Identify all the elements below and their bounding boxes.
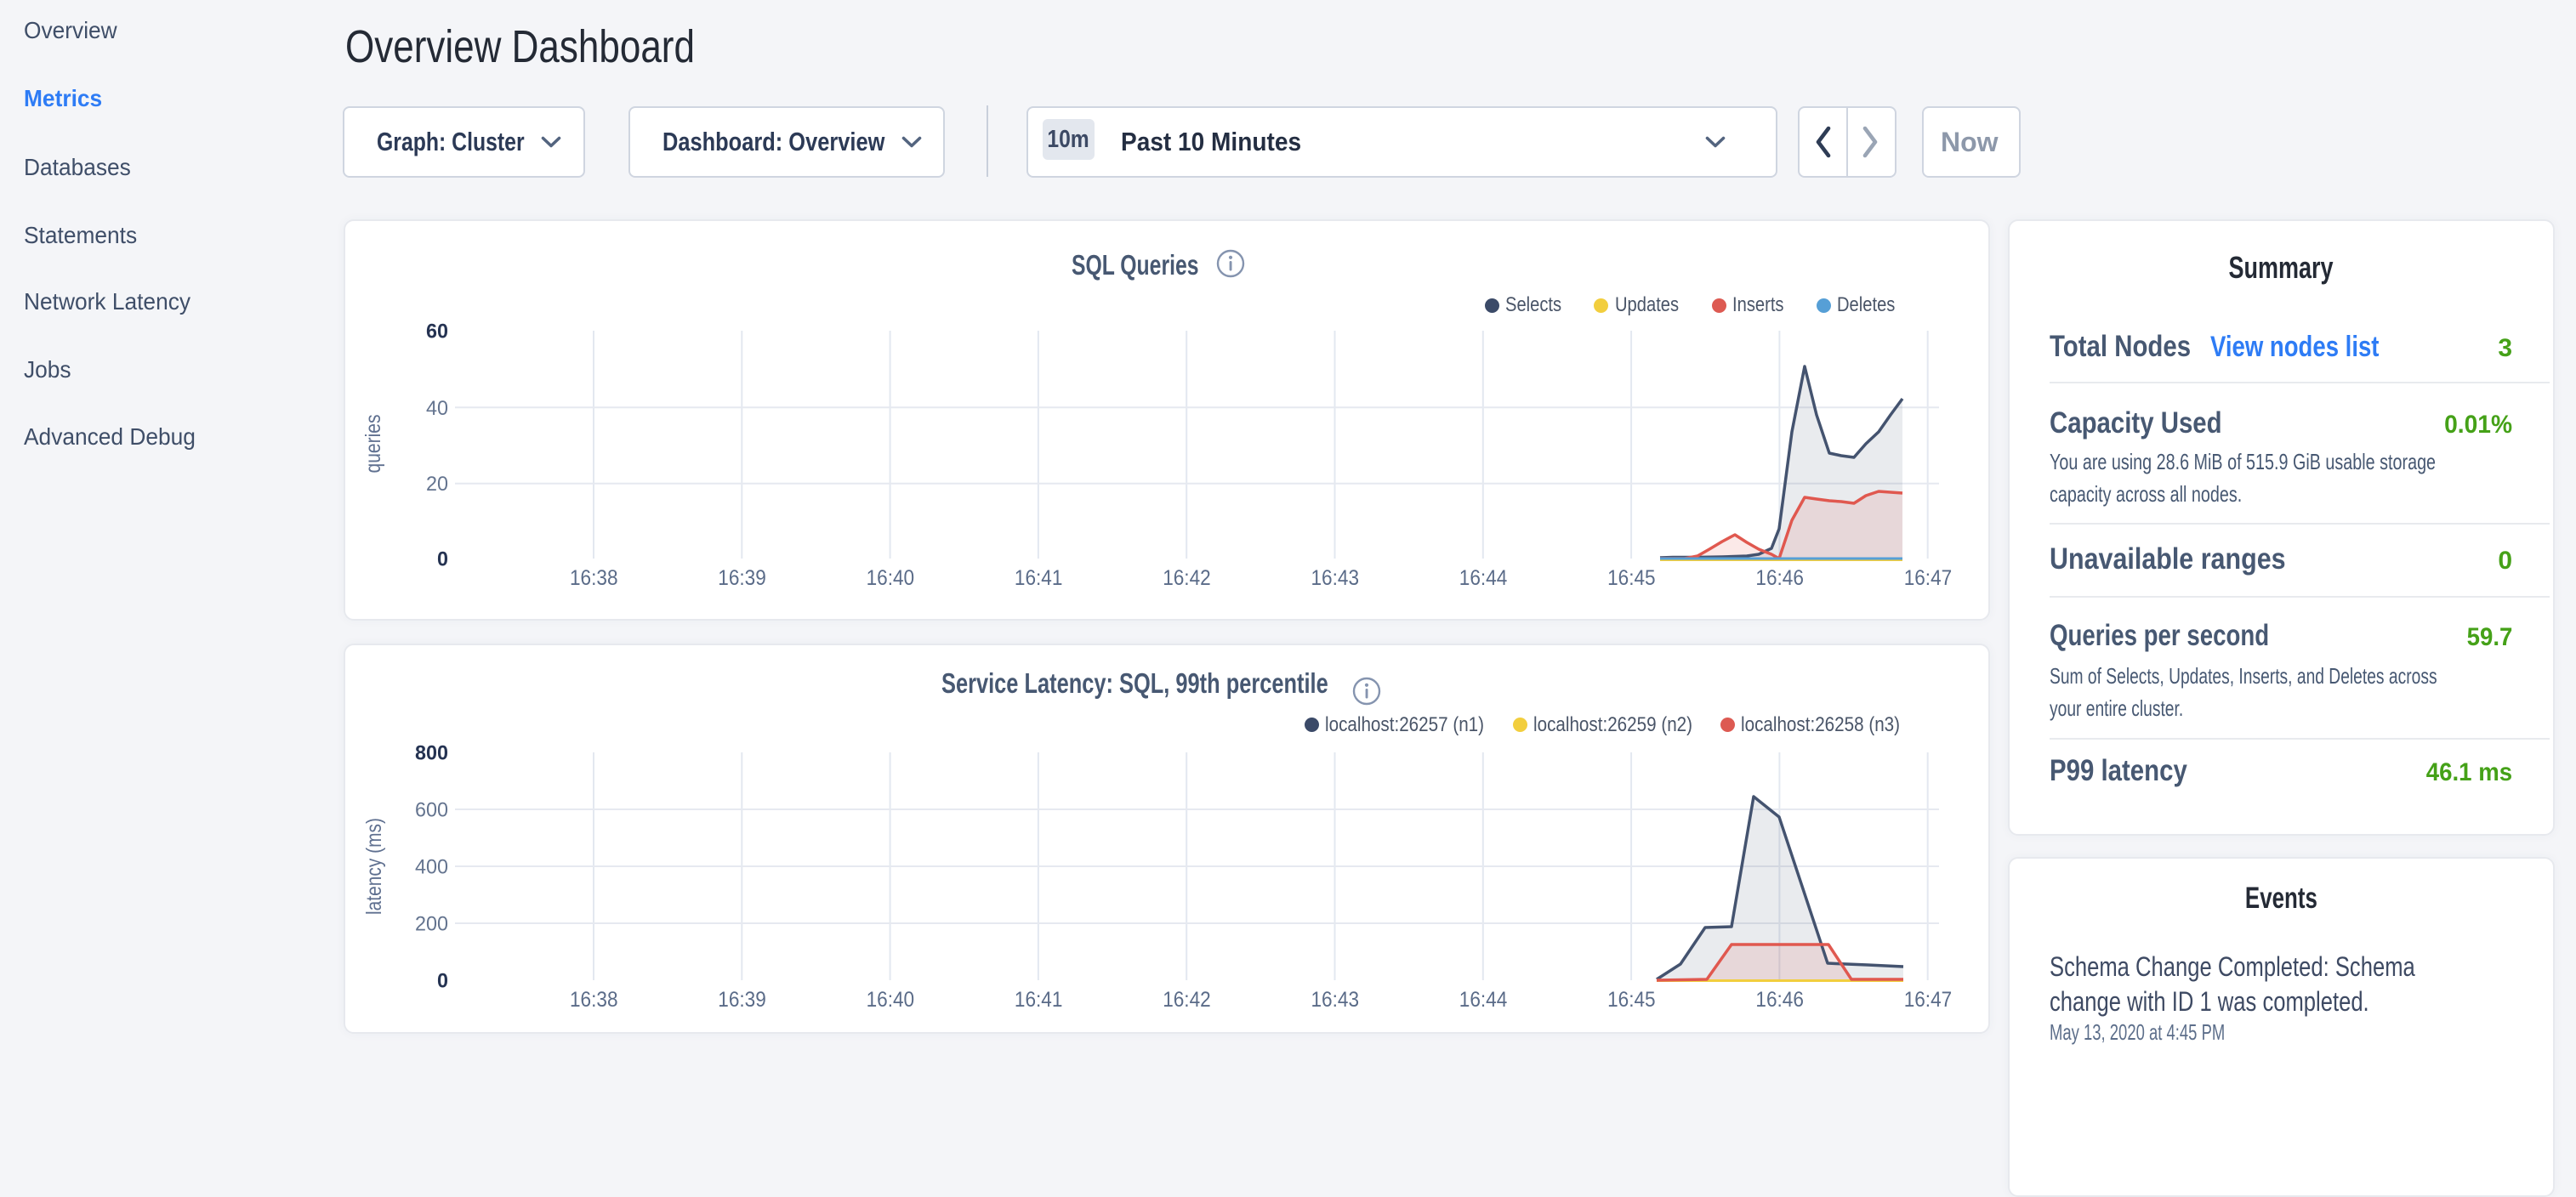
svg-text:16:43: 16:43	[1311, 566, 1360, 590]
svg-text:200: 200	[415, 913, 448, 936]
svg-text:16:41: 16:41	[1015, 566, 1063, 590]
svg-text:16:39: 16:39	[718, 988, 766, 1012]
svg-text:16:45: 16:45	[1607, 988, 1656, 1012]
svg-text:600: 600	[415, 799, 448, 822]
svg-text:16:40: 16:40	[867, 566, 915, 590]
svg-text:16:38: 16:38	[570, 988, 618, 1012]
svg-text:queries: queries	[361, 415, 385, 474]
svg-text:16:45: 16:45	[1607, 566, 1656, 590]
svg-text:0: 0	[437, 548, 448, 571]
svg-text:60: 60	[426, 321, 448, 343]
svg-text:latency (ms): latency (ms)	[362, 818, 386, 915]
svg-text:16:42: 16:42	[1163, 566, 1211, 590]
svg-text:16:46: 16:46	[1755, 988, 1804, 1012]
svg-text:16:47: 16:47	[1904, 566, 1953, 590]
svg-text:400: 400	[415, 856, 448, 879]
svg-text:16:43: 16:43	[1311, 988, 1360, 1012]
svg-text:20: 20	[426, 473, 448, 496]
svg-text:16:41: 16:41	[1015, 988, 1063, 1012]
svg-text:16:44: 16:44	[1459, 988, 1508, 1012]
svg-text:16:40: 16:40	[867, 988, 915, 1012]
svg-text:16:38: 16:38	[570, 566, 618, 590]
svg-text:16:42: 16:42	[1163, 988, 1211, 1012]
svg-text:16:47: 16:47	[1904, 988, 1953, 1012]
svg-text:16:46: 16:46	[1755, 566, 1804, 590]
svg-text:0: 0	[437, 970, 448, 993]
svg-text:16:39: 16:39	[718, 566, 766, 590]
svg-text:16:44: 16:44	[1459, 566, 1508, 590]
svg-text:40: 40	[426, 397, 448, 420]
svg-text:800: 800	[415, 742, 448, 765]
